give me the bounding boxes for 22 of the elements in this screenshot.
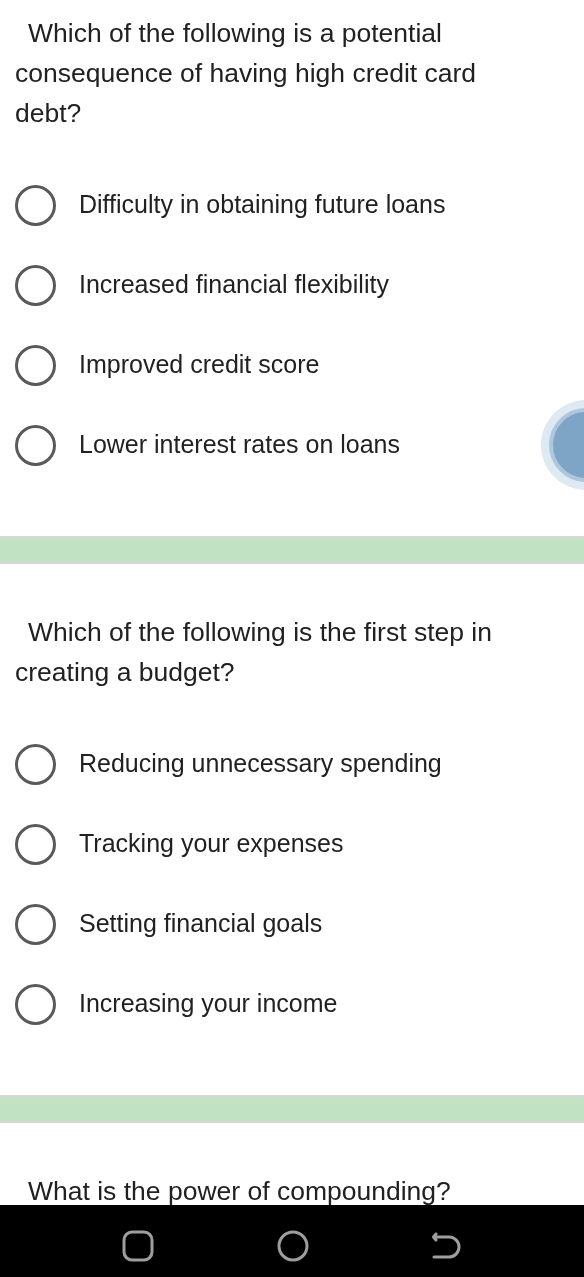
question-text: What is the power of compounding? bbox=[27, 1175, 452, 1205]
radio-button[interactable] bbox=[15, 264, 56, 306]
option-label[interactable]: Setting financial goals bbox=[79, 905, 323, 943]
radio-button[interactable] bbox=[15, 903, 56, 945]
option-label[interactable]: Improved credit score bbox=[79, 346, 320, 384]
option-label[interactable]: Tracking your expenses bbox=[79, 825, 344, 863]
radio-button[interactable] bbox=[15, 743, 56, 785]
question-text: Which of the following is the first step in creating a budget? bbox=[14, 616, 493, 689]
radio-button[interactable] bbox=[15, 823, 56, 865]
option-label[interactable]: Increasing your income bbox=[79, 985, 338, 1023]
radio-button[interactable] bbox=[15, 424, 56, 466]
option-label[interactable]: Reducing unnecessary spending bbox=[79, 745, 442, 783]
question-text: Which of the following is a potential consequence of having high credit card debt? bbox=[14, 17, 478, 130]
option-label[interactable]: Lower interest rates on loans bbox=[79, 426, 400, 464]
radio-button[interactable] bbox=[15, 344, 56, 386]
radio-button[interactable] bbox=[15, 184, 56, 226]
radio-button[interactable] bbox=[15, 983, 56, 1025]
home-icon[interactable] bbox=[277, 1230, 309, 1262]
option-label[interactable]: Increased financial flexibility bbox=[79, 266, 389, 304]
recent-apps-icon[interactable] bbox=[121, 1230, 154, 1262]
option-label[interactable]: Difficulty in obtaining future loans bbox=[79, 186, 446, 224]
back-icon[interactable] bbox=[432, 1231, 463, 1261]
